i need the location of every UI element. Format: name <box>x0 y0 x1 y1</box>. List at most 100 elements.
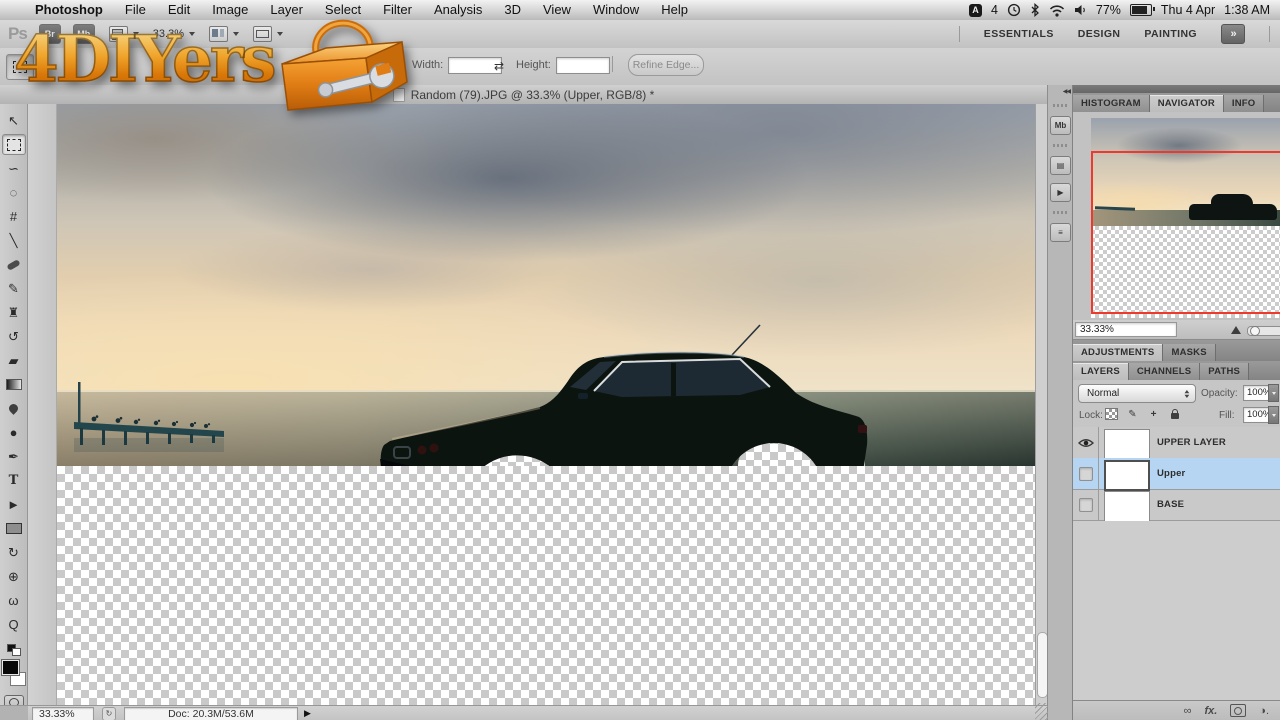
menu-3d[interactable]: 3D <box>493 0 532 20</box>
menu-view[interactable]: View <box>532 0 582 20</box>
clone-stamp-tool[interactable]: ♜ <box>2 302 26 323</box>
status-badge-icon[interactable]: ↻ <box>102 706 116 720</box>
layer-comps-panel-button[interactable]: ≡ <box>1050 223 1071 242</box>
dodge-tool[interactable]: ● <box>2 422 26 443</box>
foreground-color-swatch[interactable] <box>0 659 20 676</box>
lasso-tool[interactable]: ∽ <box>2 158 26 179</box>
navigator-zoom-input[interactable]: 33.33% <box>1075 322 1177 337</box>
blend-mode-select[interactable]: Normal <box>1078 384 1196 403</box>
tab-info[interactable]: INFO <box>1223 95 1265 112</box>
time-machine-icon[interactable] <box>1007 3 1021 17</box>
visibility-empty-box[interactable] <box>1078 497 1093 512</box>
layer-thumbnail[interactable] <box>1104 460 1150 491</box>
lock-all-icon[interactable] <box>1168 408 1181 420</box>
slider-knob[interactable] <box>1250 326 1260 336</box>
menu-edit[interactable]: Edit <box>157 0 201 20</box>
window-resize-grip[interactable] <box>1035 703 1048 720</box>
height-input[interactable] <box>556 57 610 74</box>
rectangular-marquee-tool[interactable] <box>1 134 26 155</box>
layer-row-base[interactable]: BASE <box>1073 489 1280 522</box>
menu-file[interactable]: File <box>114 0 157 20</box>
collapse-panels-icon[interactable]: ◀◀ <box>1063 88 1071 95</box>
volume-icon[interactable] <box>1074 4 1087 16</box>
visibility-cell[interactable] <box>1073 427 1099 458</box>
battery-icon[interactable] <box>1129 4 1155 16</box>
app-switcher-icon[interactable]: A <box>968 3 982 17</box>
panel-dock-header[interactable] <box>1073 85 1280 93</box>
swap-dimensions-icon[interactable]: ⇄ <box>494 59 504 73</box>
tab-histogram[interactable]: HISTOGRAM <box>1073 95 1150 112</box>
move-tool[interactable]: ↖ <box>2 110 26 131</box>
menu-time[interactable]: 1:38 AM <box>1224 3 1270 17</box>
tab-adjustments[interactable]: ADJUSTMENTS <box>1073 344 1164 361</box>
spot-healing-brush-tool[interactable] <box>2 254 26 275</box>
menu-date[interactable]: Thu 4 Apr <box>1161 3 1215 17</box>
visibility-cell[interactable] <box>1073 489 1099 520</box>
zoom-tool[interactable]: Q <box>2 614 26 635</box>
lock-transparency-icon[interactable] <box>1105 408 1118 420</box>
tab-channels[interactable]: CHANNELS <box>1128 363 1201 380</box>
canvas[interactable] <box>57 104 1035 705</box>
rectangle-shape-tool[interactable] <box>2 518 26 539</box>
layer-row-upper[interactable]: Upper <box>1073 458 1280 491</box>
actions-play-panel-button[interactable]: ▶ <box>1050 183 1071 202</box>
layer-name[interactable]: BASE <box>1157 489 1184 520</box>
layer-row-upper-layer[interactable]: UPPER LAYER <box>1073 427 1280 460</box>
visibility-empty-box[interactable] <box>1078 466 1093 481</box>
workspace-design[interactable]: DESIGN <box>1078 28 1121 40</box>
navigator-zoom-slider[interactable] <box>1247 326 1280 336</box>
bluetooth-icon[interactable] <box>1030 3 1040 17</box>
crop-tool[interactable]: # <box>2 206 26 227</box>
link-layers-icon[interactable]: ∞ <box>1184 702 1192 720</box>
lock-pixels-icon[interactable]: ✎ <box>1126 408 1139 420</box>
gradient-tool[interactable] <box>2 374 26 395</box>
menu-select[interactable]: Select <box>314 0 372 20</box>
layer-list-empty-area[interactable] <box>1073 521 1280 700</box>
workspace-expand-button[interactable]: » <box>1221 24 1245 44</box>
type-tool[interactable]: T <box>2 470 26 491</box>
wifi-icon[interactable] <box>1049 4 1065 17</box>
status-zoom-input[interactable]: 33.33% <box>32 706 94 720</box>
mini-bridge-panel-button[interactable]: Mb <box>1050 116 1071 135</box>
fill-dropdown-button[interactable] <box>1268 406 1279 424</box>
brush-tool[interactable]: ✎ <box>2 278 26 299</box>
layer-name[interactable]: UPPER LAYER <box>1157 427 1226 458</box>
3d-orbit-tool[interactable]: ⊕ <box>2 566 26 587</box>
adjustment-layer-icon[interactable]: ◑. <box>1259 702 1269 720</box>
menu-filter[interactable]: Filter <box>372 0 423 20</box>
history-panel-button[interactable]: ▤ <box>1050 156 1071 175</box>
history-brush-tool[interactable]: ↺ <box>2 326 26 347</box>
blur-tool[interactable] <box>2 398 26 419</box>
pen-tool[interactable]: ✒ <box>2 446 26 467</box>
layer-name[interactable]: Upper <box>1157 458 1185 489</box>
layer-thumbnail[interactable] <box>1104 429 1150 460</box>
menu-window[interactable]: Window <box>582 0 650 20</box>
navigator-thumbnail[interactable] <box>1091 118 1280 318</box>
refine-edge-button[interactable]: Refine Edge... <box>628 54 704 76</box>
workspace-essentials[interactable]: ESSENTIALS <box>984 28 1054 40</box>
lock-position-icon[interactable]: + <box>1147 408 1160 420</box>
menu-layer[interactable]: Layer <box>259 0 314 20</box>
tab-layers[interactable]: LAYERS <box>1073 363 1129 380</box>
path-selection-tool[interactable]: ► <box>2 494 26 515</box>
tab-paths[interactable]: PATHS <box>1200 363 1250 380</box>
menu-help[interactable]: Help <box>650 0 699 20</box>
visibility-cell[interactable] <box>1073 458 1099 489</box>
eyedropper-tool[interactable]: ╲ <box>2 230 26 251</box>
menu-photoshop[interactable]: Photoshop <box>24 0 114 20</box>
layer-thumbnail[interactable] <box>1104 491 1150 522</box>
menu-image[interactable]: Image <box>201 0 259 20</box>
tab-navigator[interactable]: NAVIGATOR <box>1149 95 1224 112</box>
tab-masks[interactable]: MASKS <box>1163 344 1216 361</box>
menu-analysis[interactable]: Analysis <box>423 0 493 20</box>
hand-tool[interactable]: ω <box>2 590 26 611</box>
default-colors-icon[interactable] <box>6 644 21 656</box>
layer-style-icon[interactable]: fx. <box>1204 702 1217 720</box>
layer-mask-icon[interactable] <box>1230 704 1247 717</box>
opacity-dropdown-button[interactable] <box>1268 384 1279 402</box>
navigator-view-rectangle[interactable] <box>1091 151 1280 314</box>
workspace-painting[interactable]: PAINTING <box>1144 28 1197 40</box>
3d-rotate-tool[interactable]: ↻ <box>2 542 26 563</box>
status-flyout-arrow[interactable]: ▶ <box>304 708 311 719</box>
quick-selection-tool[interactable]: ◌ <box>2 182 26 203</box>
